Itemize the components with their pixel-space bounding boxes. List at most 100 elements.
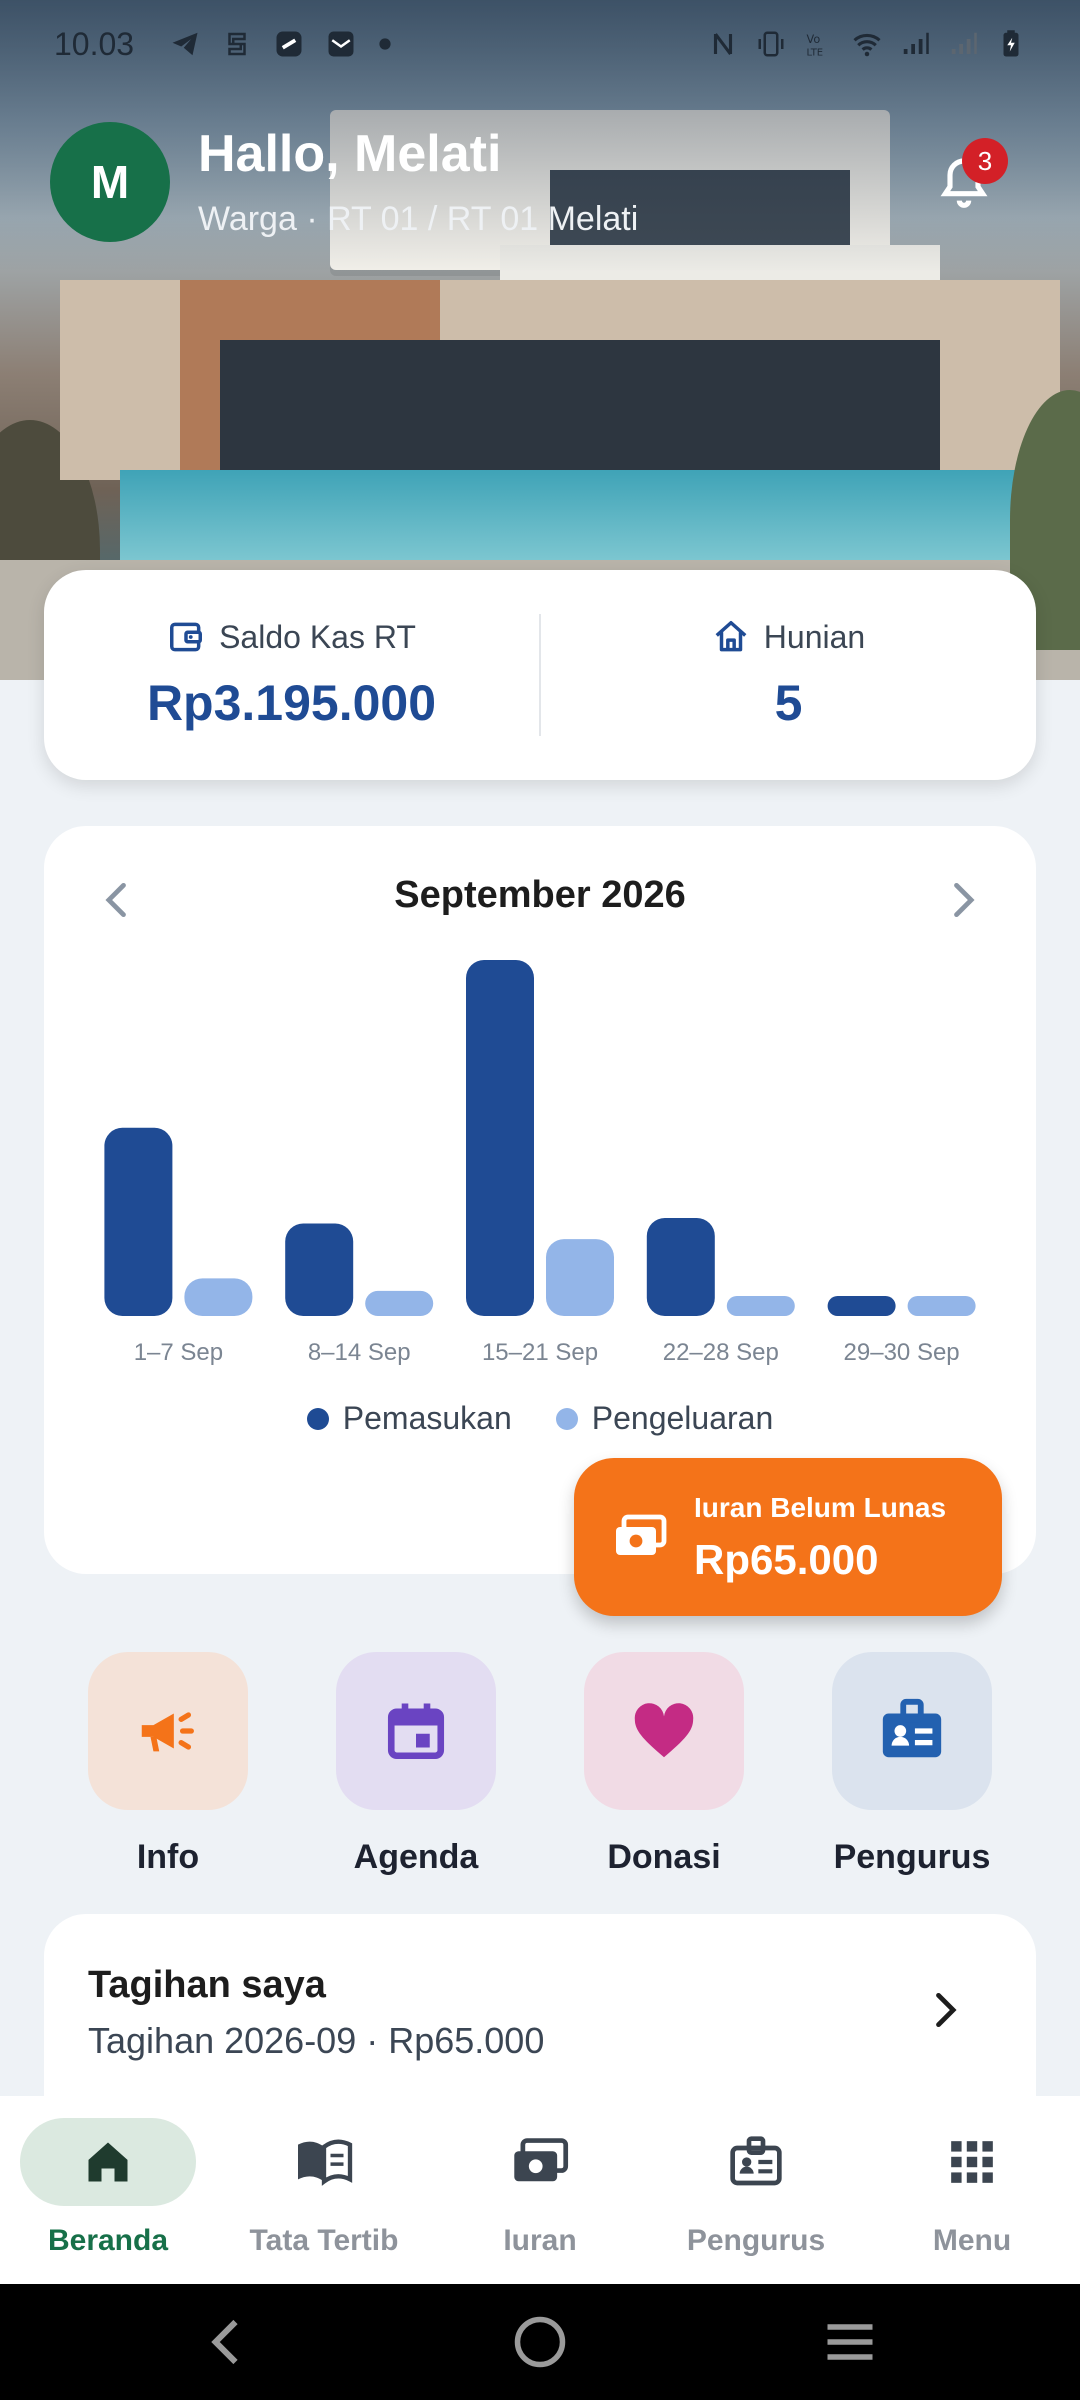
money-icon [616,1514,667,1555]
x-tick-label: 29–30 Sep [844,1339,960,1366]
status-bar: 10.03 Vo LTE [0,0,1080,88]
hunian-label: Hunian [763,618,866,655]
nfc-icon [713,33,733,55]
x-tick-label: 8–14 Sep [308,1339,411,1366]
avatar[interactable]: M [50,122,170,242]
bar-pengeluaran-0 [184,1278,253,1316]
book-icon [298,2139,353,2186]
legend-item-pengeluaran: Pengeluaran [555,1400,774,1437]
svg-text:LTE: LTE [807,47,824,58]
back-icon[interactable] [198,2312,258,2372]
bar-pemasukan-3 [646,1217,715,1316]
notification-badge: 3 [962,138,1008,184]
quick-action-label: Donasi [607,1838,721,1876]
app-icon [276,31,302,57]
greeting-subtitle: Warga · RT 01 / RT 01 Melati [198,200,639,238]
legend-label: Pengeluaran [591,1400,774,1436]
nav-pill [884,2118,1060,2206]
saldo-kas-section[interactable]: Saldo Kas RT Rp3.195.000 [44,570,539,780]
nav-pill [668,2118,844,2206]
saldo-value: Rp3.195.000 [146,675,437,731]
legend-label: Pemasukan [342,1400,512,1436]
telegram-icon [172,32,198,56]
nav-label: Pengurus [686,2224,826,2257]
bar-pemasukan-1 [285,1223,354,1316]
saldo-label: Saldo Kas RT [219,618,416,655]
iuran-amount: Rp65.000 [694,1536,879,1583]
hunian-value: 5 [774,675,803,731]
chevron-right-icon[interactable] [940,878,984,922]
hunian-section[interactable]: Hunian 5 [541,570,1036,780]
megaphone-icon [141,1712,194,1752]
system-navigation-bar [0,2284,1080,2400]
iuran-belum-lunas-button[interactable]: Iuran Belum Lunas Rp65.000 [574,1458,1002,1616]
quick-action-label: Agenda [353,1838,479,1876]
badge-icon [730,2136,782,2186]
stack-icon [228,32,246,56]
signal-icon [951,32,977,54]
volte-icon: VoLTE [807,33,824,59]
bar-pengeluaran-1 [365,1290,434,1316]
iuran-title: Iuran Belum Lunas [694,1492,947,1523]
badge-icon [882,1698,942,1758]
legend-item-pemasukan: Pemasukan [306,1400,512,1437]
legend-dot [555,1407,578,1430]
nav-tata-tertib[interactable]: Tata Tertib [216,2096,432,2284]
quick-action-pengurus[interactable]: Pengurus [832,1652,992,1877]
mail-icon [328,31,354,57]
nav-label: Menu [932,2224,1012,2257]
heart-icon [634,1703,694,1758]
nav-iuran[interactable]: Iuran [432,2096,648,2284]
quick-action-donasi[interactable]: Donasi [584,1652,744,1877]
bar-pengeluaran-4 [907,1296,976,1316]
nav-menu[interactable]: Menu [864,2096,1080,2284]
nav-label: Beranda [47,2224,169,2257]
quick-action-tile [832,1652,992,1810]
home-button-icon[interactable] [510,2312,570,2372]
chart-title: September 2026 [394,874,686,916]
quick-action-tile [584,1652,744,1810]
quick-action-tile [336,1652,496,1810]
bar-pemasukan-2 [466,960,534,1316]
quick-action-agenda[interactable]: Agenda [336,1652,496,1877]
nav-label: Tata Tertib [249,2224,399,2257]
x-tick-label: 1–7 Sep [134,1339,223,1366]
nav-label: Iuran [503,2224,577,2257]
recents-icon[interactable] [820,2312,880,2372]
status-time: 10.03 [54,25,135,62]
home-icon [88,2142,128,2182]
quick-action-label: Info [136,1838,200,1876]
bar-pemasukan-4 [827,1296,896,1316]
tagihan-detail: Tagihan 2026-09 · Rp65.000 [88,2020,545,2061]
signal-icon [903,32,929,54]
quick-action-info[interactable]: Info [88,1652,248,1877]
calendar-icon [387,1703,445,1760]
nav-pill [236,2118,412,2206]
nav-pill [20,2118,196,2206]
greeting-title: Hallo, Melati [198,125,502,183]
summary-card: Saldo Kas RT Rp3.195.000 Hunian 5 [44,570,1036,780]
bar-pengeluaran-2 [546,1239,614,1316]
legend-dot [306,1407,329,1430]
svg-text:Vo: Vo [807,33,821,46]
battery-icon [1003,30,1019,57]
bar-pengeluaran-3 [726,1296,795,1316]
bottom-navigation: Beranda Tata Tertib Iuran Pengurus Menu [0,2096,1080,2284]
chevron-right-icon [936,1992,957,2028]
nav-pill [452,2118,628,2206]
dot-icon [379,38,391,50]
grid-icon [951,2141,993,2183]
quick-action-label: Pengurus [833,1838,991,1876]
wallet-icon [170,622,203,652]
money-icon [514,2138,569,2182]
x-tick-label: 15–21 Sep [482,1339,598,1366]
bar-pemasukan-0 [104,1127,173,1316]
house-icon [715,621,747,652]
vibrate-icon [758,31,784,57]
wifi-icon [853,33,881,57]
chart-legend: Pemasukan Pengeluaran [44,1400,1036,1437]
nav-pengurus[interactable]: Pengurus [648,2096,864,2284]
nav-beranda[interactable]: Beranda [0,2096,216,2284]
quick-action-tile [88,1652,248,1810]
x-tick-label: 22–28 Sep [663,1339,779,1366]
